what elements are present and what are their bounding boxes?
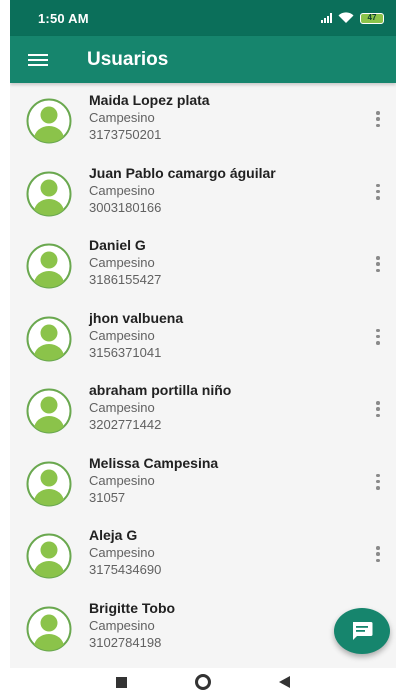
- user-phone: 3156371041: [89, 344, 162, 360]
- avatar-icon: [26, 533, 72, 579]
- user-info: Juan Pablo camargo águilar Campesino 300…: [89, 164, 276, 216]
- more-options-icon[interactable]: [372, 109, 384, 129]
- more-options-icon[interactable]: [372, 327, 384, 347]
- user-name: Melissa Campesina: [89, 454, 219, 471]
- hamburger-menu-icon[interactable]: [14, 36, 62, 83]
- battery-icon: 47: [360, 12, 384, 24]
- user-phone: 3186155427: [89, 272, 162, 287]
- avatar-icon: [26, 171, 72, 216]
- message-fab-button[interactable]: [334, 608, 390, 654]
- list-item[interactable]: Aleja G Campesino 3175434690: [10, 518, 396, 591]
- signal-icon: [321, 13, 332, 23]
- user-role: Campesino: [89, 110, 155, 125]
- avatar-icon: [26, 316, 72, 361]
- user-phone: 31057: [89, 489, 126, 505]
- user-info: Maida Lopez plata Campesino 3173750201: [89, 91, 210, 143]
- more-options-icon[interactable]: [372, 399, 384, 419]
- user-name: Juan Pablo camargo águilar: [89, 164, 276, 181]
- status-icons: 47: [321, 12, 384, 24]
- user-role: Campesino: [89, 182, 155, 198]
- more-options-icon[interactable]: [372, 254, 384, 274]
- list-item[interactable]: jhon valbuena Campesino 3156371041: [10, 301, 396, 374]
- user-phone: 3202771442: [89, 417, 162, 432]
- list-item[interactable]: abraham portilla niño Campesino 32027714…: [10, 373, 396, 446]
- user-name: abraham portilla niño: [89, 382, 232, 398]
- user-phone: 3173750201: [89, 127, 162, 142]
- user-info: Daniel G Campesino 3186155427: [89, 236, 161, 288]
- avatar-icon: [26, 388, 72, 434]
- user-name: Brigitte Tobo: [89, 599, 176, 616]
- system-nav-bar: [10, 668, 396, 696]
- user-info: abraham portilla niño Campesino 32027714…: [89, 381, 231, 433]
- user-role: Campesino: [89, 255, 155, 270]
- recent-apps-icon[interactable]: [116, 676, 127, 688]
- user-name: Aleja G: [89, 527, 138, 543]
- app-bar: Usuarios: [10, 36, 396, 83]
- user-name: Daniel G: [89, 237, 146, 253]
- user-phone: 3003180166: [89, 199, 162, 215]
- list-item[interactable]: Melissa Campesina Campesino 31057: [10, 446, 396, 519]
- home-icon[interactable]: [195, 674, 211, 690]
- back-icon[interactable]: [279, 676, 290, 688]
- avatar-icon: [26, 98, 72, 144]
- avatar-icon: [26, 606, 72, 651]
- avatar-icon: [26, 461, 72, 506]
- avatar-icon: [26, 243, 72, 289]
- more-options-icon[interactable]: [372, 182, 384, 202]
- more-options-icon[interactable]: [372, 472, 384, 492]
- wifi-icon: [338, 12, 354, 23]
- battery-level: 47: [367, 13, 377, 22]
- phone-screen: 1:50 AM 47 Usuarios Maida Lopez plata Ca…: [10, 0, 396, 696]
- user-role: Campesino: [89, 617, 155, 633]
- user-role: Campesino: [89, 400, 155, 415]
- user-info: jhon valbuena Campesino 3156371041: [89, 309, 183, 361]
- user-info: Brigitte Tobo Campesino 3102784198: [89, 599, 175, 651]
- status-bar: 1:50 AM 47: [10, 0, 396, 36]
- users-list: Maida Lopez plata Campesino 3173750201 J…: [10, 83, 396, 663]
- user-info: Aleja G Campesino 3175434690: [89, 526, 161, 578]
- user-name: Maida Lopez plata: [89, 92, 210, 108]
- user-role: Campesino: [89, 327, 155, 343]
- user-phone: 3175434690: [89, 562, 162, 577]
- list-item[interactable]: Juan Pablo camargo águilar Campesino 300…: [10, 156, 396, 229]
- user-role: Campesino: [89, 472, 155, 488]
- list-item[interactable]: Maida Lopez plata Campesino 3173750201: [10, 83, 396, 156]
- user-info: Melissa Campesina Campesino 31057: [89, 454, 218, 506]
- status-time: 1:50 AM: [38, 10, 89, 26]
- message-icon: [353, 622, 373, 640]
- more-options-icon[interactable]: [372, 544, 384, 564]
- user-phone: 3102784198: [89, 634, 162, 650]
- user-name: jhon valbuena: [89, 309, 184, 326]
- list-item[interactable]: Daniel G Campesino 3186155427: [10, 228, 396, 301]
- user-role: Campesino: [89, 545, 155, 560]
- page-title: Usuarios: [87, 48, 169, 70]
